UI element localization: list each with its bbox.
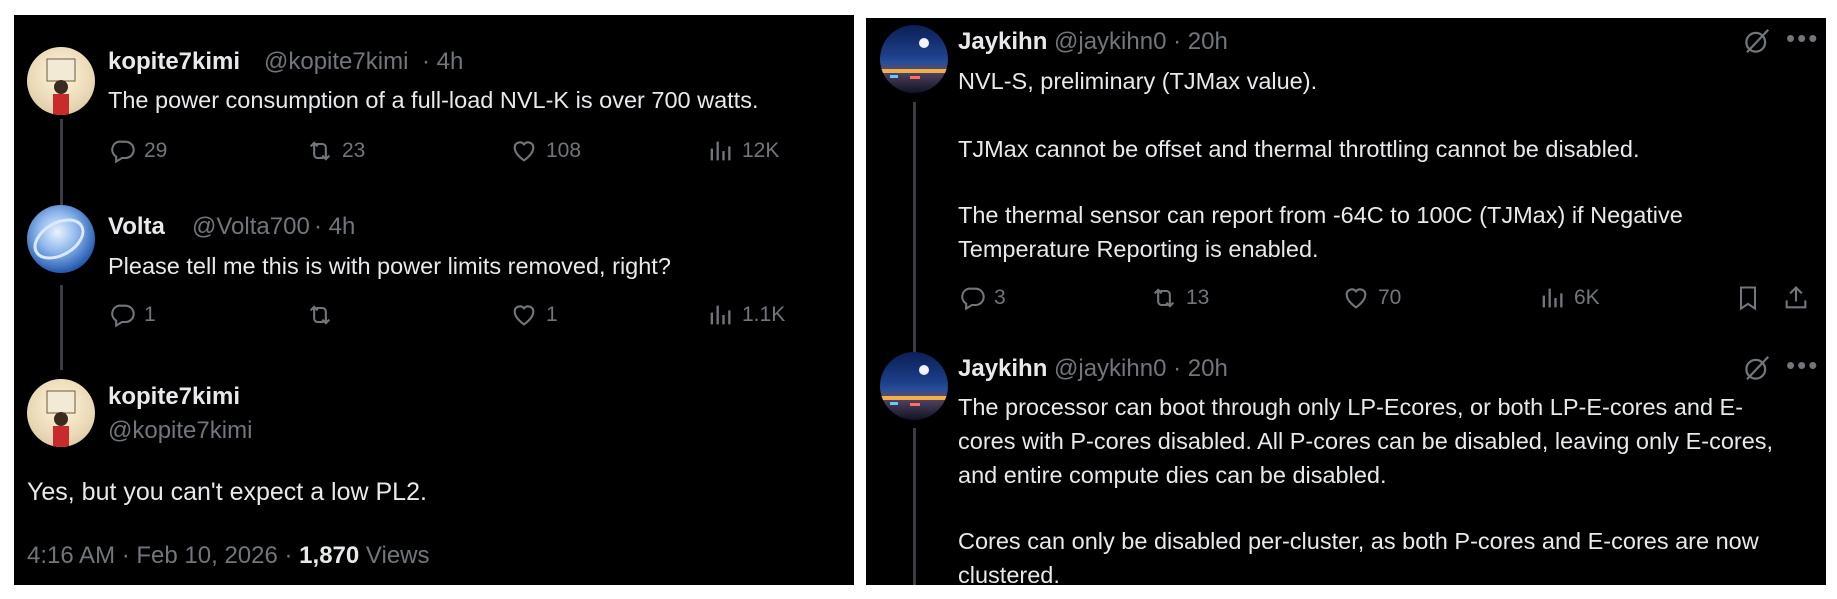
- tweet-text-line: and entire compute dies can be disabled.: [958, 462, 1387, 488]
- tweet-text-line: The thermal sensor can report from -64C …: [958, 202, 1683, 228]
- views-count: 1.1K: [742, 303, 786, 326]
- like-button[interactable]: 70: [1342, 284, 1401, 312]
- reply-count: 3: [994, 286, 1006, 309]
- like-count: 70: [1378, 286, 1402, 309]
- share-icon[interactable]: [1782, 284, 1810, 312]
- views-count: 12K: [742, 139, 780, 162]
- tweet-text: The power consumption of a full-load NVL…: [108, 87, 759, 113]
- reply-icon: [958, 284, 986, 312]
- thread-line: [60, 285, 63, 370]
- reply-count: 1: [144, 303, 156, 326]
- retweet-count: 23: [342, 139, 366, 162]
- like-icon: [1342, 284, 1370, 312]
- reply-icon: [108, 137, 136, 165]
- retweet-icon: [306, 301, 334, 329]
- right-tweet-panel: Jaykihn @jaykihn0 · 20h ••• NVL-S, preli…: [866, 18, 1826, 585]
- like-button[interactable]: 108: [510, 137, 581, 165]
- avatar[interactable]: [27, 47, 95, 115]
- tweet-text-line: TJMax cannot be offset and thermal throt…: [958, 136, 1640, 162]
- tweet-text: Yes, but you can't expect a low PL2.: [27, 478, 427, 506]
- views-button[interactable]: 1.1K: [706, 301, 785, 329]
- retweet-button[interactable]: 13: [1150, 284, 1209, 312]
- post-time[interactable]: · 4h: [422, 48, 463, 76]
- bookmark-icon[interactable]: [1734, 284, 1762, 312]
- views-count: 1,870: [299, 542, 360, 569]
- author-handle[interactable]: @Volta700: [192, 213, 310, 241]
- author-name[interactable]: Volta: [108, 213, 165, 241]
- author-name[interactable]: Jaykihn: [958, 28, 1047, 56]
- author-name[interactable]: kopite7kimi: [108, 383, 240, 411]
- like-button[interactable]: 1: [510, 301, 558, 329]
- reply-count: 29: [144, 139, 168, 162]
- thread-line: [60, 119, 63, 219]
- tweet-text-line: Temperature Reporting is enabled.: [958, 236, 1319, 262]
- views-label: Views: [365, 542, 430, 569]
- reply-icon: [108, 301, 136, 329]
- views-icon: [1538, 284, 1566, 312]
- reply-button[interactable]: 3: [958, 284, 1006, 312]
- retweet-icon: [306, 137, 334, 165]
- left-tweet-panel: kopite7kimi @kopite7kimi · 4h The power …: [14, 15, 854, 585]
- views-icon: [706, 301, 734, 329]
- reply-button[interactable]: 29: [108, 137, 167, 165]
- avatar[interactable]: [27, 205, 95, 273]
- retweet-button[interactable]: 23: [306, 137, 365, 165]
- like-count: 1: [546, 303, 558, 326]
- like-icon: [510, 137, 538, 165]
- author-handle[interactable]: @kopite7kimi: [108, 417, 252, 445]
- tweet-text: Please tell me this is with power limits…: [108, 253, 671, 279]
- like-icon: [510, 301, 538, 329]
- author-name[interactable]: kopite7kimi: [108, 48, 240, 76]
- post-meta: 4:16 AM · Feb 10, 2026 · 1,870 Views: [27, 542, 430, 570]
- thread-line: [913, 102, 916, 367]
- tweet-text-line: cores with P-cores disabled. All P-cores…: [958, 428, 1774, 454]
- post-time[interactable]: · 4h: [314, 213, 355, 241]
- author-name[interactable]: Jaykihn: [958, 355, 1047, 383]
- avatar[interactable]: [880, 25, 948, 93]
- like-count: 108: [546, 139, 582, 162]
- more-icon[interactable]: •••: [1786, 352, 1819, 378]
- author-handle[interactable]: @jaykihn0 · 20h: [1054, 355, 1228, 383]
- author-handle[interactable]: @jaykihn0 · 20h: [1054, 28, 1228, 56]
- avatar[interactable]: [27, 379, 95, 447]
- tweet-text-line: clustered.: [958, 562, 1060, 585]
- retweet-button[interactable]: [306, 301, 342, 329]
- author-handle[interactable]: @kopite7kimi: [264, 48, 408, 76]
- more-icon[interactable]: •••: [1786, 25, 1819, 51]
- tweet-text-line: NVL-S, preliminary (TJMax value).: [958, 68, 1318, 94]
- views-icon: [706, 137, 734, 165]
- tweet-text-line: Cores can only be disabled per-cluster, …: [958, 528, 1759, 554]
- views-count: 6K: [1574, 286, 1600, 309]
- grok-icon[interactable]: [1742, 26, 1772, 56]
- tweet-text-line: The processor can boot through only LP-E…: [958, 394, 1744, 420]
- views-button[interactable]: 12K: [706, 137, 779, 165]
- grok-icon[interactable]: [1742, 353, 1772, 383]
- post-timestamp[interactable]: 4:16 AM · Feb 10, 2026 ·: [27, 542, 293, 569]
- reply-button[interactable]: 1: [108, 301, 156, 329]
- views-button[interactable]: 6K: [1538, 284, 1600, 312]
- avatar[interactable]: [880, 352, 948, 420]
- retweet-count: 13: [1186, 286, 1210, 309]
- retweet-icon: [1150, 284, 1178, 312]
- thread-line: [913, 428, 916, 585]
